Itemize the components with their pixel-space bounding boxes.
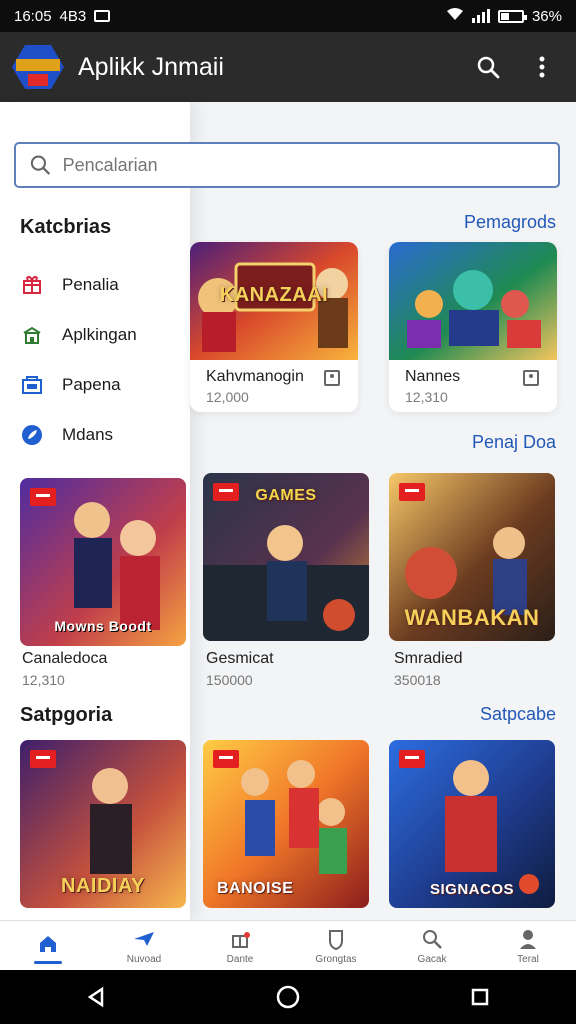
card-name: Nannes [405, 368, 461, 385]
notification-dot [244, 932, 250, 938]
profile-icon [520, 929, 536, 949]
nav-nuvoad[interactable]: Nuvoad [96, 921, 192, 970]
red-badge [213, 750, 239, 768]
tile-overlay-text: NAIDIAY [61, 875, 145, 897]
game-name: Gesmicat [206, 650, 274, 667]
app-logo [12, 45, 64, 89]
game-name: Smradied [394, 650, 463, 667]
featured-card-1[interactable]: KANAZAAI Kahvmanogin 12,000 [190, 242, 358, 412]
game-tile-6[interactable]: SIGNACOS [389, 740, 555, 908]
game-tile-2[interactable]: GAMES [203, 473, 369, 641]
red-badge [30, 750, 56, 768]
game-subtitle: 12,310 [22, 672, 65, 688]
store-icon [20, 323, 44, 347]
red-badge [399, 750, 425, 768]
nav-teral[interactable]: Teral [480, 921, 576, 970]
card-art-title: KANAZAAI [219, 284, 329, 306]
nav-label: Teral [517, 953, 539, 965]
game-subtitle: 150000 [206, 672, 253, 688]
tile-overlay-text: Mowns Boodt [54, 618, 152, 634]
battery-percent: 36% [531, 7, 562, 25]
drawer-item-label: Mdans [62, 425, 114, 444]
nav-label: Dante [226, 953, 254, 965]
gift-icon [20, 273, 44, 297]
shopping-bag-icon[interactable] [324, 370, 340, 386]
card-name: Kahvmanogin [206, 368, 304, 385]
status-date: 4B3 [59, 7, 87, 25]
home-circle-icon[interactable] [274, 983, 302, 1011]
card-subtitle: 12,310 [405, 389, 448, 405]
game-subtitle: 350018 [394, 672, 441, 688]
shopping-bag-icon[interactable] [523, 370, 539, 386]
section-link-middle[interactable]: Penaj Doa [472, 432, 556, 453]
status-time: 16:05 [14, 7, 52, 25]
section-link-top[interactable]: Pemagrods [464, 212, 556, 233]
drawer-item-mdans[interactable]: Mdans [20, 418, 180, 452]
more-vertical-icon[interactable] [528, 53, 556, 81]
drawer-item-label: Penalia [62, 275, 119, 294]
nav-label: Grongtas [315, 953, 357, 965]
search-icon [30, 155, 50, 175]
nav-grongtas[interactable]: Grongtas [288, 921, 384, 970]
drawer-item-papena[interactable]: Papena [20, 368, 180, 402]
card-artwork: KANAZAAI [190, 242, 358, 360]
card-meta: Kahvmanogin 12,000 [190, 360, 358, 412]
game-tile-4[interactable]: NAIDIAY [20, 740, 186, 908]
game-tile-3[interactable]: WANBAKAN [389, 473, 555, 641]
status-left: 16:05 4B3 [14, 7, 111, 25]
status-right: 36% [446, 7, 562, 25]
status-bar: 16:05 4B3 36% [0, 0, 576, 32]
tile-overlay-text: SIGNACOS [429, 881, 514, 898]
system-navigation [0, 970, 576, 1024]
wifi-icon [446, 7, 464, 25]
drawer-sub-heading: Satpgoria [20, 704, 113, 726]
plane-icon [134, 931, 154, 946]
nav-home[interactable] [0, 921, 96, 970]
app-title: Aplikk Jnmaii [78, 52, 224, 81]
game-tile-1[interactable]: Mowns Boodt [20, 478, 186, 646]
tile-overlay-text: GAMES [255, 487, 317, 504]
search-field[interactable] [14, 142, 560, 188]
game-name: Canaledoca [22, 650, 108, 667]
nav-label: Nuvoad [126, 953, 162, 965]
gift-icon [232, 934, 248, 948]
game-tile-5[interactable]: BANOISE [203, 740, 369, 908]
recents-icon[interactable] [466, 983, 494, 1011]
back-icon[interactable] [82, 983, 110, 1011]
tile-overlay-text: WANBAKAN [404, 605, 540, 630]
app-bar: Aplikk Jnmaii [0, 32, 576, 102]
red-badge [399, 483, 425, 501]
nav-gacak[interactable]: Gacak [384, 921, 480, 970]
drawer-item-aplkingan[interactable]: Aplkingan [20, 318, 180, 352]
bottom-navigation: Nuvoad Dante Grongtas Gacak Teral [0, 920, 576, 970]
home-icon [40, 936, 56, 952]
folder-icon [20, 373, 44, 397]
nav-label: Gacak [417, 953, 447, 965]
drawer-item-penalia[interactable]: Penalia [20, 268, 180, 302]
drawer-heading: Katcbrias [20, 216, 112, 238]
featured-card-2[interactable]: Nannes 12,310 [389, 242, 557, 412]
section-link-bottom[interactable]: Satpcabe [480, 704, 556, 725]
battery-icon [497, 9, 527, 23]
screen-icon [94, 10, 111, 22]
card-subtitle: 12,000 [206, 389, 249, 405]
signal-icon [471, 9, 490, 23]
rocket-icon [20, 423, 44, 447]
red-badge [30, 488, 56, 506]
card-artwork [389, 242, 557, 360]
shield-icon [329, 929, 343, 950]
search-icon [423, 929, 442, 949]
search-icon[interactable] [474, 53, 502, 81]
card-meta: Nannes 12,310 [389, 360, 557, 412]
drawer-item-label: Aplkingan [62, 325, 137, 344]
nav-dante[interactable]: Dante [192, 921, 288, 970]
tile-overlay-text: BANOISE [217, 880, 294, 897]
search-input[interactable] [62, 154, 544, 176]
app-actions [474, 53, 564, 81]
drawer-item-label: Papena [62, 375, 121, 394]
